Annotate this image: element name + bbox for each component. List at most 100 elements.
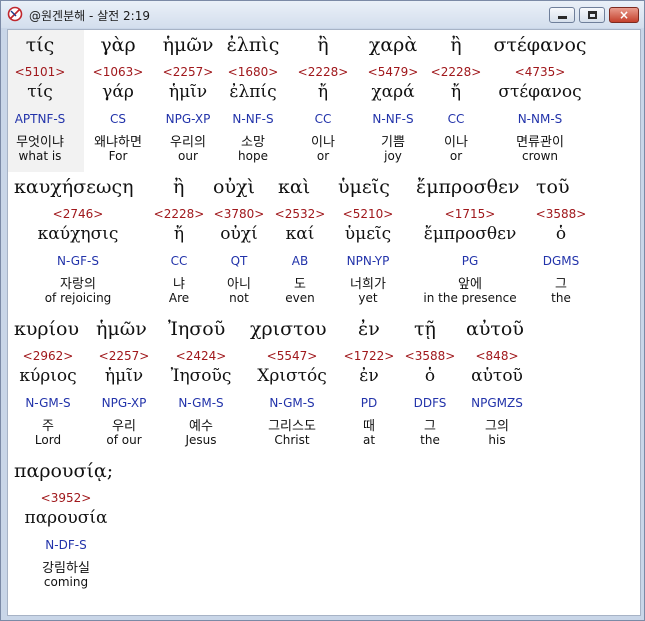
lemma-word: παρουσία: [24, 508, 108, 528]
greek-word[interactable]: οὐχὶ: [213, 176, 255, 198]
english-gloss: of our: [106, 433, 142, 447]
lemma-word: Ἰησοῦς: [170, 366, 232, 386]
greek-word[interactable]: καυχήσεωςη: [14, 176, 133, 198]
morphology-code: N-NM-S: [517, 112, 563, 126]
morphology-code: CC: [314, 112, 332, 126]
greek-word[interactable]: κυρίου: [14, 318, 79, 340]
english-gloss: his: [488, 433, 506, 447]
morphology-code: N-DF-S: [45, 538, 87, 552]
english-gloss: crown: [521, 149, 559, 163]
app-window: @원겐분해 - 살전 2:19 × τίς <5101> τίς APTNF-S 무엇이…: [0, 0, 645, 621]
strong-number: <5547>: [266, 349, 318, 363]
korean-gloss: 냐: [173, 277, 185, 292]
greek-word[interactable]: ἡμῶν: [96, 318, 147, 340]
greek-word[interactable]: ἡμῶν: [163, 34, 214, 56]
greek-word[interactable]: ἐν: [358, 318, 380, 340]
greek-word[interactable]: ἢ: [317, 34, 328, 56]
greek-word[interactable]: καὶ: [278, 176, 310, 198]
strong-number: <2257>: [98, 349, 150, 363]
morphology-code: N-GM-S: [25, 396, 71, 410]
greek-word[interactable]: ἢ: [450, 34, 461, 56]
english-gloss: For: [108, 149, 128, 163]
greek-word[interactable]: ἢ: [173, 176, 184, 198]
greek-word[interactable]: χαρὰ: [369, 34, 417, 56]
morphology-code: QT: [230, 254, 248, 268]
strong-number: <4735>: [514, 65, 566, 79]
lemma-word: Χριστός: [257, 366, 327, 386]
morphology-code: NPG-XP: [165, 112, 211, 126]
lemma-word: ἤ: [450, 82, 462, 102]
close-button[interactable]: ×: [609, 7, 639, 23]
english-gloss: Christ: [274, 433, 310, 447]
english-gloss: Lord: [34, 433, 62, 447]
maximize-button[interactable]: [579, 7, 605, 23]
lemma-word: ἐν: [359, 366, 379, 386]
english-gloss: in the presence: [423, 291, 517, 305]
greek-word[interactable]: τοῦ: [536, 176, 570, 198]
english-gloss: or: [316, 149, 330, 163]
morphology-code: APTNF-S: [14, 112, 66, 126]
morphology-code: DDFS: [413, 396, 447, 410]
english-gloss: Jesus: [185, 433, 217, 447]
morphology-code: N-NF-S: [372, 112, 414, 126]
strong-number: <5210>: [342, 207, 394, 221]
morphology-code: PG: [461, 254, 479, 268]
greek-word[interactable]: χριστου: [250, 318, 327, 340]
strong-number: <2746>: [52, 207, 104, 221]
korean-gloss: 앞에: [458, 277, 482, 292]
english-gloss: hope: [238, 149, 268, 163]
morphology-code: CS: [110, 112, 126, 126]
korean-gloss: 강림하실: [42, 561, 90, 576]
close-icon: ×: [619, 8, 630, 22]
strong-number: <2424>: [175, 349, 227, 363]
strong-number: <1715>: [444, 207, 496, 221]
english-gloss: the: [551, 291, 571, 305]
greek-word[interactable]: Ἰησοῦ: [168, 318, 225, 340]
minimize-button[interactable]: [549, 7, 575, 23]
strong-number: <5101>: [14, 65, 66, 79]
morphology-code: PD: [360, 396, 378, 410]
greek-word[interactable]: ὑμεῖς: [338, 176, 390, 198]
strong-number: <5479>: [367, 65, 419, 79]
lemma-word: αὑτοῦ: [471, 366, 523, 386]
lemma-word: ἤ: [173, 224, 185, 244]
title-bar[interactable]: @원겐분해 - 살전 2:19 ×: [1, 1, 644, 28]
morphology-code: CC: [447, 112, 465, 126]
korean-gloss: 자랑의: [60, 277, 96, 292]
english-gloss: Are: [168, 291, 190, 305]
korean-gloss: 도: [294, 277, 306, 292]
lemma-word: ἡμῖν: [104, 366, 144, 386]
strong-number: <1063>: [92, 65, 144, 79]
korean-gloss: 그의: [485, 419, 509, 434]
interlinear-panel[interactable]: τίς <5101> τίς APTNF-S 무엇이냐 what is γὰρ <1063> γ…: [7, 29, 641, 616]
morphology-code: CC: [170, 254, 188, 268]
strong-number: <3588>: [535, 207, 587, 221]
maximize-icon: [588, 11, 597, 19]
greek-word[interactable]: ἐλπὶς: [227, 34, 280, 56]
morphology-code: NPGMZS: [471, 396, 523, 410]
english-gloss: of rejoicing: [44, 291, 112, 305]
korean-gloss: 이나: [444, 135, 468, 150]
greek-word[interactable]: τῇ: [414, 318, 436, 340]
greek-word[interactable]: παρουσίᾳ;: [14, 460, 113, 482]
greek-word[interactable]: ἔμπροσθεν: [416, 176, 519, 198]
korean-gloss: 아니: [227, 277, 251, 292]
korean-gloss: 왜냐하면: [94, 135, 142, 150]
korean-gloss: 그리스도: [268, 419, 316, 434]
lemma-word: καύχησις: [37, 224, 119, 244]
morphology-code: DGMS: [542, 254, 580, 268]
window-title: @원겐분해 - 살전 2:19: [29, 9, 150, 23]
greek-word[interactable]: αὐτοῦ: [466, 318, 524, 340]
korean-gloss: 그: [424, 419, 436, 434]
lemma-word: ἔμπροσθεν: [423, 224, 517, 244]
strong-number: <2257>: [162, 65, 214, 79]
morphology-code: NPN-YP: [346, 254, 390, 268]
greek-word[interactable]: γὰρ: [100, 34, 135, 56]
english-gloss: what is: [18, 149, 62, 163]
english-gloss: our: [178, 149, 198, 163]
english-gloss: yet: [358, 291, 378, 305]
minimize-icon: [558, 16, 567, 19]
greek-word[interactable]: τίς: [26, 34, 55, 56]
lemma-word: τίς: [27, 82, 53, 102]
greek-word[interactable]: στέφανος: [493, 34, 586, 56]
